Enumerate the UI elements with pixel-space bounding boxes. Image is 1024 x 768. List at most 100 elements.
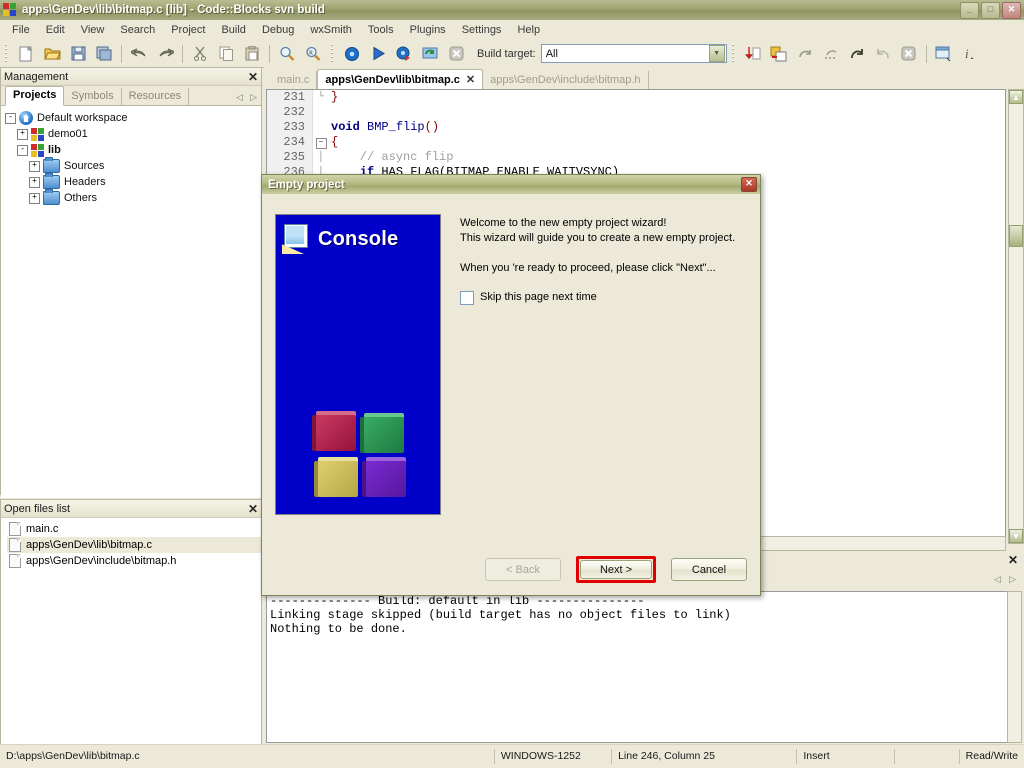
dialog-close-button[interactable]: ✕ (741, 177, 757, 192)
tree-item-others[interactable]: + Others (5, 189, 261, 206)
run-icon[interactable] (366, 42, 390, 66)
toolbar-grip-2[interactable] (329, 44, 336, 63)
status-cursor-position: Line 246, Column 25 (612, 749, 798, 764)
fold-marker[interactable]: └ (313, 90, 329, 105)
tree-item-sources[interactable]: + Sources (5, 157, 261, 174)
dialog-title-bar: Empty project ✕ (262, 175, 760, 194)
tab-resources[interactable]: Resources (122, 88, 190, 105)
cancel-button[interactable]: Cancel (671, 558, 747, 581)
save-icon[interactable] (66, 42, 90, 66)
copy-icon[interactable] (214, 42, 238, 66)
menu-item-debug[interactable]: Debug (254, 22, 302, 38)
cut-icon[interactable] (188, 42, 212, 66)
build-target-value: All (545, 47, 558, 60)
menu-item-file[interactable]: File (4, 22, 38, 38)
management-title: Management (4, 70, 69, 83)
maximize-button[interactable]: □ (981, 2, 1000, 19)
undo-icon[interactable] (127, 42, 151, 66)
close-window-button[interactable]: ✕ (1002, 2, 1021, 19)
scroll-down-button[interactable]: ▼ (1009, 529, 1023, 543)
scroll-up-button[interactable]: ▲ (1009, 90, 1023, 104)
abort-icon[interactable] (444, 42, 468, 66)
next-button[interactable]: Next > (580, 560, 652, 579)
close-icon[interactable]: ✕ (248, 503, 258, 515)
close-icon[interactable]: ✕ (466, 71, 475, 89)
tree-item-demo01[interactable]: + demo01 (5, 126, 261, 142)
menu-item-project[interactable]: Project (163, 22, 213, 38)
menu-item-plugins[interactable]: Plugins (402, 22, 454, 38)
skip-page-checkbox-row[interactable]: Skip this page next time (460, 290, 745, 305)
toolbar-grip-3[interactable] (729, 44, 737, 63)
tab-prev-icon[interactable]: ◁ (994, 574, 1001, 585)
toolbar-grip-1[interactable] (3, 44, 10, 63)
editor-tab-bitmap-h[interactable]: apps\GenDev\include\bitmap.h (483, 71, 649, 89)
debug-step-into-icon[interactable] (793, 42, 817, 66)
skip-page-checkbox[interactable] (460, 290, 474, 305)
debug-continue-icon[interactable] (741, 42, 765, 66)
dialog-paragraph-1: Welcome to the new empty project wizard! (460, 217, 667, 229)
expander-icon[interactable]: - (5, 112, 16, 124)
tab-prev-icon[interactable]: ◁ (236, 92, 243, 103)
debug-next-line-icon[interactable] (767, 42, 791, 66)
menu-item-wxsmith[interactable]: wxSmith (302, 22, 360, 38)
debug-step-over-icon[interactable] (845, 42, 869, 66)
menu-item-view[interactable]: View (73, 22, 113, 38)
tree-item-default-workspace[interactable]: - Default workspace (5, 110, 261, 126)
expander-icon[interactable]: - (17, 144, 28, 156)
list-item[interactable]: main.c (7, 521, 261, 537)
replace-icon[interactable]: R (301, 42, 325, 66)
debug-step-back-icon[interactable] (871, 42, 895, 66)
open-file-icon[interactable] (40, 42, 64, 66)
menu-item-help[interactable]: Help (509, 22, 548, 38)
back-button[interactable]: < Back (485, 558, 561, 581)
rebuild-icon[interactable] (418, 42, 442, 66)
toolbar-separator-3 (269, 44, 270, 63)
tab-projects[interactable]: Projects (5, 86, 65, 106)
debug-stop-icon[interactable] (897, 42, 921, 66)
toggle-panel-icon[interactable] (932, 42, 956, 66)
line-number: 235 (267, 150, 313, 165)
menu-item-edit[interactable]: Edit (38, 22, 73, 38)
info-icon[interactable]: i (958, 42, 982, 66)
list-item[interactable]: apps\GenDev\include\bitmap.h (7, 553, 261, 569)
new-file-icon[interactable] (14, 42, 38, 66)
chevron-down-icon[interactable]: ▼ (708, 45, 725, 62)
fold-marker[interactable]: − (313, 135, 329, 150)
dialog-title: Empty project (268, 178, 345, 191)
find-icon[interactable] (275, 42, 299, 66)
expander-icon[interactable]: + (29, 192, 40, 204)
save-all-icon[interactable] (92, 42, 116, 66)
tab-next-icon[interactable]: ▷ (1009, 574, 1016, 585)
debug-step-out-icon[interactable] (819, 42, 843, 66)
minimize-button[interactable]: _ (960, 2, 979, 19)
build-log[interactable]: -------------- Build: default in lib ---… (266, 591, 1008, 743)
redo-icon[interactable] (153, 42, 177, 66)
tree-item-lib[interactable]: - lib (5, 142, 261, 158)
tree-item-headers[interactable]: + Headers (5, 173, 261, 190)
close-icon[interactable]: ✕ (1008, 553, 1018, 567)
scroll-thumb[interactable] (1009, 225, 1023, 247)
editor-tab-main-c[interactable]: main.c (270, 71, 318, 89)
paste-icon[interactable] (240, 42, 264, 66)
expander-icon[interactable]: + (29, 160, 40, 172)
menu-item-tools[interactable]: Tools (360, 22, 402, 38)
list-item[interactable]: apps\GenDev\lib\bitmap.c (7, 537, 261, 553)
close-icon[interactable]: ✕ (248, 71, 258, 83)
title-bar: apps\GenDev\lib\bitmap.c [lib] - Code::B… (0, 0, 1024, 20)
dialog-paragraph-2: This wizard will guide you to create a n… (460, 232, 736, 244)
tab-symbols[interactable]: Symbols (64, 88, 122, 105)
code-text: void BMP_flip() (331, 120, 440, 134)
expander-icon[interactable]: + (17, 128, 28, 140)
expander-icon[interactable]: + (29, 176, 40, 188)
menu-item-settings[interactable]: Settings (454, 22, 510, 38)
log-vertical-scrollbar[interactable] (1007, 591, 1022, 743)
build-target-combo[interactable]: All ▼ (540, 44, 727, 63)
tree-item-label: demo01 (48, 128, 88, 140)
menu-item-search[interactable]: Search (112, 22, 163, 38)
build-and-run-icon[interactable] (392, 42, 416, 66)
tab-next-icon[interactable]: ▷ (250, 92, 257, 103)
editor-tab-bitmap-c[interactable]: apps\GenDev\lib\bitmap.c ✕ (317, 69, 484, 89)
build-icon[interactable] (340, 42, 364, 66)
editor-vertical-scrollbar[interactable]: ▲ ▼ (1008, 89, 1024, 544)
menu-item-build[interactable]: Build (213, 22, 253, 38)
